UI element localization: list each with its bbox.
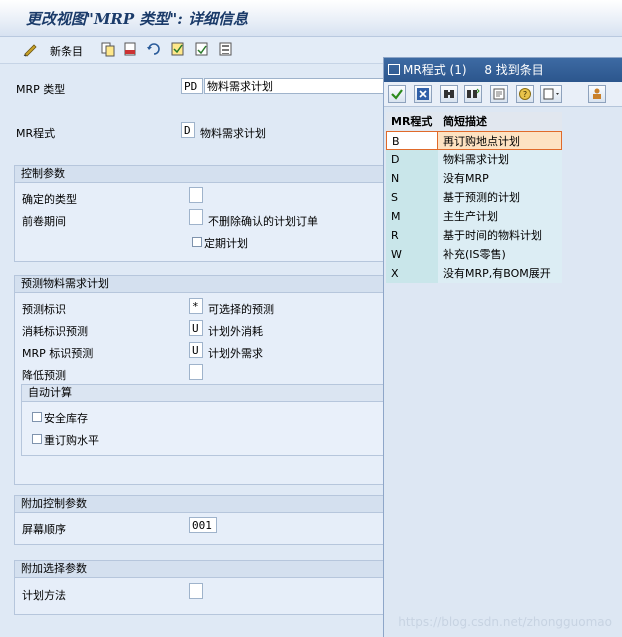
roll-forward-text: 不删除确认的计划订单: [208, 215, 318, 228]
mrp-procedure-label: MR程式: [16, 127, 56, 140]
row-code: N: [386, 169, 438, 188]
consumption-indicator-field[interactable]: U: [189, 320, 203, 336]
row-description: 没有MRP,有BOM展开: [438, 264, 562, 283]
screen-sequence-label: 屏幕顺序: [22, 523, 66, 536]
additional-selection-header: 附加选择参数: [15, 561, 383, 578]
mrp-type-desc-field: 物料需求计划: [204, 78, 384, 94]
page-title: 更改视图"MRP 类型": 详细信息: [26, 10, 248, 28]
value-help-popup: MR程式 (1) 8 找到条目 ? MR程式 简短描述 B 再订购地点计划 D …: [383, 57, 622, 637]
help-icon[interactable]: ?: [516, 85, 534, 103]
mrp-procedure-desc: 物料需求计划: [200, 127, 266, 140]
column-header-description: 简短描述: [438, 112, 562, 131]
additional-control-header: 附加控制参数: [15, 496, 383, 513]
table-header-row: MR程式 简短描述: [386, 112, 562, 131]
row-description: 基于时间的物料计划: [438, 226, 562, 245]
forecast-indicator-field[interactable]: *: [189, 298, 203, 314]
column-header-code: MR程式: [386, 112, 438, 131]
print-menu-icon[interactable]: [540, 85, 562, 103]
row-code: M: [386, 207, 438, 226]
undo-icon[interactable]: [146, 41, 162, 57]
mrp-procedure-field[interactable]: D: [181, 122, 195, 138]
consumption-indicator-label: 消耗标识预测: [22, 325, 88, 338]
mrp-indicator-text: 计划外需求: [208, 347, 263, 360]
safety-stock-label: 安全库存: [44, 412, 88, 425]
table-row[interactable]: X 没有MRP,有BOM展开: [386, 264, 562, 283]
forecast-mrp-header: 预测物料需求计划: [15, 276, 383, 293]
popup-entry-count: 8 找到条目: [484, 63, 544, 77]
table-row[interactable]: N 没有MRP: [386, 169, 562, 188]
copy-icon[interactable]: [100, 41, 116, 57]
svg-text:?: ?: [523, 90, 527, 99]
value-list-table: MR程式 简短描述 B 再订购地点计划 D 物料需求计划 N 没有MRP S 基于预测的…: [386, 112, 562, 283]
mrp-type-code-field[interactable]: PD: [181, 78, 203, 94]
find-icon[interactable]: [440, 85, 458, 103]
table-row[interactable]: R 基于时间的物料计划: [386, 226, 562, 245]
row-description: 主生产计划: [438, 207, 562, 226]
auto-calc-header: 自动计算: [22, 385, 383, 402]
cancel-icon[interactable]: [414, 85, 432, 103]
table-row[interactable]: W 补充(IS零售): [386, 245, 562, 264]
mrp-type-label: MRP 类型: [16, 83, 66, 96]
planning-method-field[interactable]: [189, 583, 203, 599]
roll-forward-field[interactable]: [189, 209, 203, 225]
select-all-icon[interactable]: [170, 41, 186, 57]
planning-method-label: 计划方法: [22, 589, 66, 602]
delete-icon[interactable]: [122, 41, 138, 57]
title-bar: 更改视图"MRP 类型": 详细信息: [0, 0, 622, 37]
table-row[interactable]: M 主生产计划: [386, 207, 562, 226]
table-row[interactable]: D 物料需求计划: [386, 150, 562, 169]
forecast-indicator-text: 可选择的预测: [208, 303, 274, 316]
mrp-indicator-field[interactable]: U: [189, 342, 203, 358]
confirm-check-icon[interactable]: [388, 85, 406, 103]
deselect-all-icon[interactable]: [218, 41, 234, 57]
select-block-icon[interactable]: [194, 41, 210, 57]
forecast-indicator-label: 预测标识: [22, 303, 66, 316]
popup-title-bar: MR程式 (1) 8 找到条目: [384, 58, 622, 82]
row-code: R: [386, 226, 438, 245]
reduce-forecast-label: 降低预测: [22, 369, 66, 382]
reorder-level-checkbox[interactable]: [32, 434, 42, 444]
mrp-indicator-label: MRP 标识预测: [22, 347, 94, 360]
row-description: 没有MRP: [438, 169, 562, 188]
row-description: 物料需求计划: [438, 150, 562, 169]
row-code: X: [386, 264, 438, 283]
row-code: W: [386, 245, 438, 264]
find-next-icon[interactable]: [464, 85, 482, 103]
reorder-level-label: 重订购水平: [44, 434, 99, 447]
popup-toolbar: ?: [384, 82, 622, 107]
table-row[interactable]: B 再订购地点计划: [386, 131, 562, 150]
safety-stock-checkbox[interactable]: [32, 412, 42, 422]
periodic-planning-label: 定期计划: [204, 237, 248, 250]
popup-title: MR程式 (1): [403, 63, 467, 77]
screen-sequence-field[interactable]: 001: [189, 517, 217, 533]
row-code: D: [386, 150, 438, 169]
row-description: 再订购地点计划: [438, 131, 562, 150]
row-description: 基于预测的计划: [438, 188, 562, 207]
consumption-indicator-text: 计划外消耗: [208, 325, 263, 338]
firm-type-field[interactable]: [189, 187, 203, 203]
personal-value-list-icon[interactable]: [588, 85, 606, 103]
watermark: https://blog.csdn.net/zhongguomao: [398, 615, 612, 629]
row-description: 补充(IS零售): [438, 245, 562, 264]
row-code: S: [386, 188, 438, 207]
restrictions-icon[interactable]: [490, 85, 508, 103]
control-parameters-header: 控制参数: [15, 166, 383, 183]
roll-forward-label: 前卷期间: [22, 215, 66, 228]
row-code: B: [386, 131, 438, 150]
display-change-icon[interactable]: [22, 41, 38, 57]
table-row[interactable]: S 基于预测的计划: [386, 188, 562, 207]
periodic-planning-checkbox[interactable]: [192, 237, 202, 247]
new-entries-button[interactable]: 新条目: [50, 43, 83, 59]
reduce-forecast-field[interactable]: [189, 364, 203, 380]
popup-window-icon: [388, 64, 400, 75]
firm-type-label: 确定的类型: [22, 193, 77, 206]
